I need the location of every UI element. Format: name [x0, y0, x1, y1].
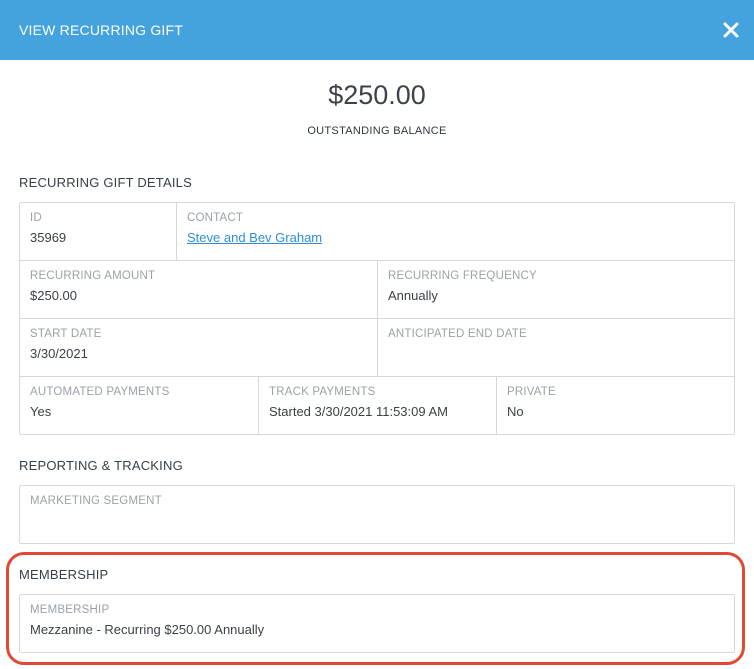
modal-header: VIEW RECURRING GIFT [0, 0, 754, 60]
private-label: PRIVATE [507, 386, 556, 398]
recurring-amount-cell: RECURRING AMOUNT $250.00 [20, 261, 377, 318]
anticipated-end-date-cell: ANTICIPATED END DATE [377, 319, 734, 376]
contact-link[interactable]: Steve and Bev Graham [187, 230, 322, 245]
id-label: ID [30, 212, 42, 224]
reporting-tracking-panel: MARKETING SEGMENT [19, 485, 735, 544]
automated-payments-label: AUTOMATED PAYMENTS [30, 386, 170, 398]
contact-cell: CONTACT Steve and Bev Graham [176, 203, 734, 260]
contact-label: CONTACT [187, 212, 244, 224]
private-value: No [507, 404, 524, 419]
recurring-frequency-label: RECURRING FREQUENCY [388, 270, 537, 282]
marketing-segment-label: MARKETING SEGMENT [30, 495, 162, 507]
membership-value: Mezzanine - Recurring $250.00 Annually [30, 622, 265, 637]
close-button[interactable] [722, 20, 740, 40]
membership-panel: MEMBERSHIP Mezzanine - Recurring $250.00… [19, 594, 735, 653]
id-value: 35969 [30, 230, 67, 245]
outstanding-balance-label: OUTSTANDING BALANCE [307, 125, 447, 137]
start-date-cell: START DATE 3/30/2021 [20, 319, 377, 376]
details-row: AUTOMATED PAYMENTS Yes TRACK PAYMENTS St… [20, 376, 734, 434]
start-date-value: 3/30/2021 [30, 346, 88, 361]
details-row: START DATE 3/30/2021 ANTICIPATED END DAT… [20, 318, 734, 376]
reporting-row: MARKETING SEGMENT [20, 486, 734, 543]
anticipated-end-date-label: ANTICIPATED END DATE [388, 328, 527, 340]
start-date-label: START DATE [30, 328, 102, 340]
membership-row: MEMBERSHIP Mezzanine - Recurring $250.00… [20, 595, 734, 652]
membership-cell: MEMBERSHIP Mezzanine - Recurring $250.00… [20, 595, 734, 652]
track-payments-value: Started 3/30/2021 11:53:09 AM [269, 404, 449, 419]
reporting-tracking-title: REPORTING & TRACKING [19, 458, 183, 473]
private-cell: PRIVATE No [496, 377, 734, 434]
recurring-amount-label: RECURRING AMOUNT [30, 270, 156, 282]
close-icon [723, 22, 739, 38]
automated-payments-value: Yes [30, 404, 52, 419]
recurring-amount-value: $250.00 [30, 288, 77, 303]
recurring-gift-details-panel: ID 35969 CONTACT Steve and Bev Graham RE… [19, 202, 735, 435]
modal-title: VIEW RECURRING GIFT [19, 22, 184, 38]
details-row: ID 35969 CONTACT Steve and Bev Graham [20, 203, 734, 260]
membership-title: MEMBERSHIP [19, 567, 109, 582]
recurring-frequency-value: Annually [388, 288, 438, 303]
marketing-segment-cell: MARKETING SEGMENT [20, 486, 734, 543]
automated-payments-cell: AUTOMATED PAYMENTS Yes [20, 377, 258, 434]
outstanding-balance-amount: $250.00 [328, 80, 426, 110]
membership-label: MEMBERSHIP [30, 604, 110, 616]
recurring-frequency-cell: RECURRING FREQUENCY Annually [377, 261, 734, 318]
id-cell: ID 35969 [20, 203, 176, 260]
track-payments-label: TRACK PAYMENTS [269, 386, 376, 398]
recurring-gift-details-title: RECURRING GIFT DETAILS [19, 175, 192, 190]
details-row: RECURRING AMOUNT $250.00 RECURRING FREQU… [20, 260, 734, 318]
track-payments-cell: TRACK PAYMENTS Started 3/30/2021 11:53:0… [258, 377, 496, 434]
